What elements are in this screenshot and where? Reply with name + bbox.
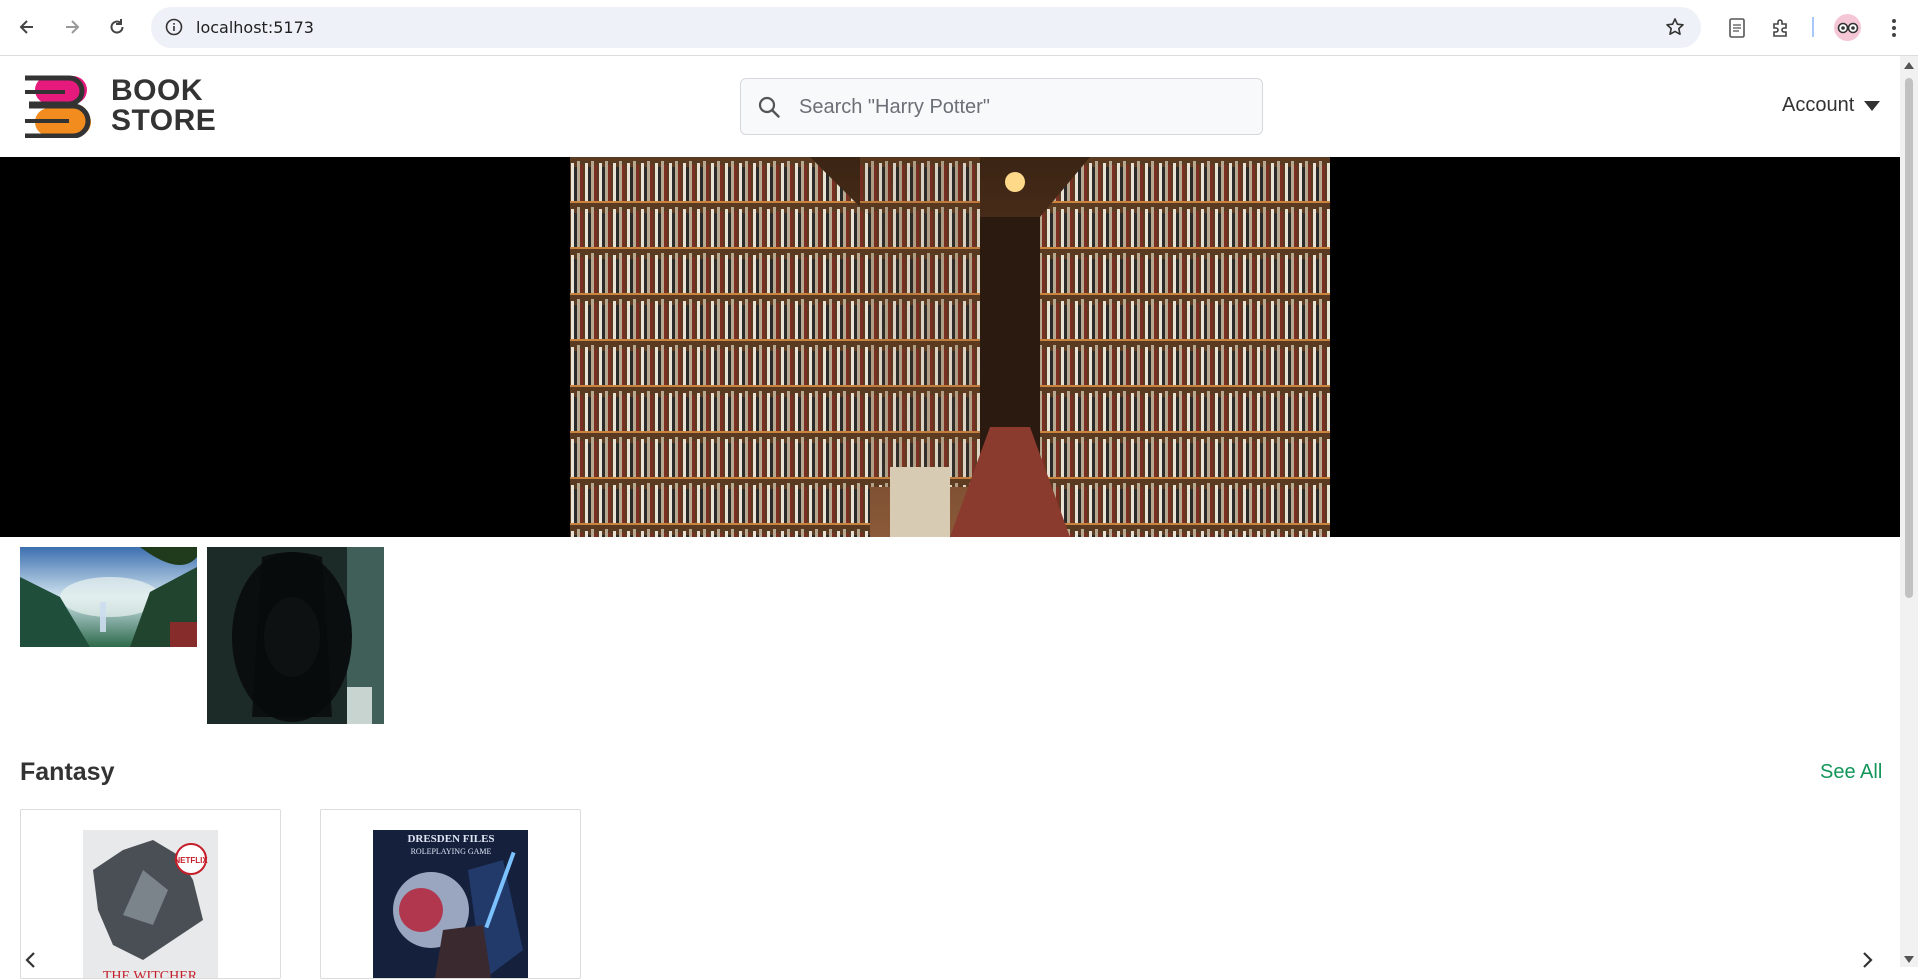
bookmark-star-icon[interactable] (1665, 17, 1685, 42)
carousel-next-icon[interactable] (1862, 952, 1874, 973)
search-box[interactable] (740, 78, 1263, 136)
logo-line-1: BOOK (111, 74, 203, 107)
address-url[interactable]: localhost:5173 (196, 18, 314, 37)
book-card[interactable]: DRESDEN FILES ROLEPLAYING GAME (320, 809, 581, 979)
book-cover-title: DRESDEN FILES (407, 833, 494, 845)
logo-line-2: STORE (111, 104, 217, 137)
browser-toolbar: localhost:5173 (0, 0, 1918, 56)
reload-icon[interactable] (102, 12, 132, 42)
logo-mark-icon (25, 75, 91, 139)
bookstore-hero-image (570, 157, 1330, 537)
extensions-icon[interactable] (1767, 14, 1795, 42)
site-info-icon[interactable] (165, 18, 183, 41)
account-menu[interactable]: Account (1782, 94, 1881, 117)
page-scrollbar[interactable] (1900, 56, 1918, 967)
forward-arrow-icon[interactable] (57, 12, 87, 42)
account-label: Account (1782, 94, 1855, 116)
book-cover-subtitle: ROLEPLAYING GAME (411, 847, 492, 856)
toolbar-separator (1812, 17, 1814, 37)
scroll-up-arrow-icon[interactable] (1904, 62, 1914, 69)
banner-thumbnail-fantasy[interactable] (20, 547, 197, 647)
book-cover-title: THE WITCHER (103, 969, 198, 979)
hero-banner (0, 157, 1900, 537)
netflix-badge: NETFLIX (174, 856, 208, 865)
book-cover-witcher: NETFLIX THE WITCHER (83, 830, 238, 979)
book-cover-dresden: DRESDEN FILES ROLEPLAYING GAME (373, 830, 528, 978)
search-input[interactable] (797, 79, 1251, 136)
back-arrow-icon[interactable] (12, 12, 42, 42)
book-card[interactable]: NETFLIX THE WITCHER (20, 809, 281, 979)
scroll-down-arrow-icon[interactable] (1904, 956, 1914, 963)
profile-avatar-icon[interactable] (1834, 14, 1861, 41)
reading-list-icon[interactable] (1723, 14, 1751, 42)
scrollbar-thumb[interactable] (1905, 78, 1913, 598)
site-header: BOOK STORE Account (0, 56, 1900, 157)
see-all-link[interactable]: See All (1820, 761, 1882, 784)
address-bar[interactable]: localhost:5173 (151, 7, 1701, 48)
bookstore-logo[interactable]: BOOK STORE (25, 74, 216, 139)
carousel-prev-icon[interactable] (24, 952, 36, 973)
logo-text: BOOK STORE (111, 76, 216, 136)
caret-down-icon (1864, 100, 1881, 111)
banner-thumbnail-horror[interactable] (207, 547, 384, 724)
section-title: Fantasy (20, 758, 115, 786)
search-icon (757, 95, 781, 124)
more-menu-icon[interactable] (1880, 14, 1908, 42)
